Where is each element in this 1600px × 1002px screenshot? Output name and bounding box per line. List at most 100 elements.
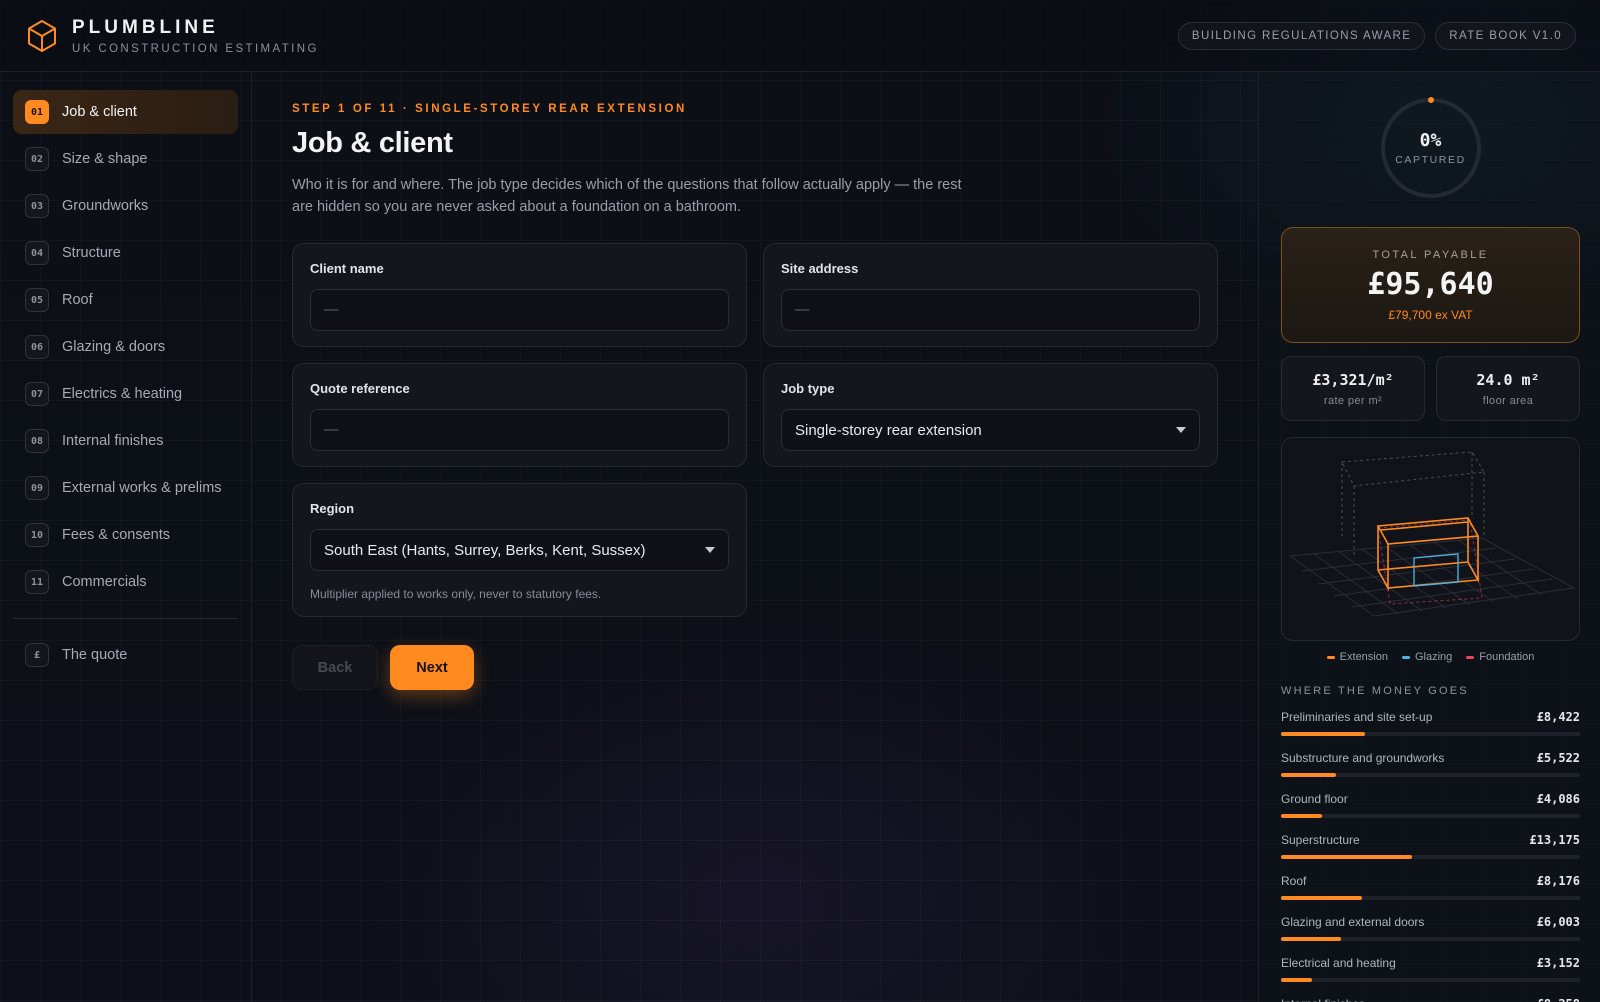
money-label: Ground floor	[1281, 792, 1348, 806]
legend-extension: Extension	[1326, 651, 1388, 663]
sidebar-item-commercials[interactable]: 11 Commercials	[13, 560, 238, 604]
sidebar-item-the-quote[interactable]: £ The quote	[13, 633, 238, 677]
site-address-label: Site address	[781, 261, 859, 276]
sidebar-item-label: Commercials	[62, 574, 147, 590]
stats-row: £3,321/m² rate per m² 24.0 m² floor area	[1281, 356, 1580, 421]
sidebar-item-glazing-doors[interactable]: 06 Glazing & doors	[13, 325, 238, 369]
progress-ring: 0% CAPTURED	[1379, 96, 1483, 200]
money-bar-track	[1281, 855, 1580, 859]
sidebar-item-external-works[interactable]: 09 External works & prelims	[13, 466, 238, 510]
sidebar-item-label: Electrics & heating	[62, 386, 183, 402]
sidebar-item-roof[interactable]: 05 Roof	[13, 278, 238, 322]
legend-label: Glazing	[1414, 651, 1453, 663]
money-bar-fill	[1281, 855, 1413, 859]
client-name-card: Client name —	[292, 243, 747, 347]
area-value: 24.0 m²	[1476, 370, 1540, 389]
isometric-model-graphic	[1288, 451, 1576, 617]
site-address-input[interactable]: —	[781, 289, 1200, 331]
region-select[interactable]: South East (Hants, Surrey, Berks, Kent, …	[310, 529, 729, 571]
money-value: £13,175	[1529, 833, 1580, 847]
region-hint: Multiplier applied to works only, never …	[310, 587, 602, 601]
job-type-card: Job type Single-storey rear extension	[763, 363, 1218, 467]
sidebar-item-job-client[interactable]: 01 Job & client	[13, 90, 238, 134]
money-row: Ground floor £4,086	[1281, 792, 1580, 818]
money-row: Electrical and heating £3,152	[1281, 956, 1580, 982]
money-row: Superstructure £13,175	[1281, 833, 1580, 859]
step-number: 03	[25, 194, 49, 218]
money-bar-fill	[1281, 732, 1365, 736]
step-number: 02	[25, 147, 49, 171]
sidebar-item-label: Internal finishes	[62, 433, 164, 449]
money-label: Roof	[1281, 874, 1307, 888]
sidebar-item-structure[interactable]: 04 Structure	[13, 231, 238, 275]
sidebar-item-label: Roof	[62, 292, 93, 308]
sidebar-item-label: Job & client	[62, 104, 137, 120]
sidebar-item-electrics-heating[interactable]: 07 Electrics & heating	[13, 372, 238, 416]
step-number: 08	[25, 429, 49, 453]
money-row: Substructure and groundworks £5,522	[1281, 751, 1580, 777]
job-client-form: Client name — Site address — Quote refer…	[292, 243, 1222, 617]
client-name-input[interactable]: —	[310, 289, 729, 331]
summary-panel: 0% CAPTURED TOTAL PAYABLE £95,640 £79,70…	[1258, 72, 1600, 1002]
job-type-value: Single-storey rear extension	[795, 421, 982, 439]
money-value: £8,176	[1536, 874, 1580, 888]
money-bar-track	[1281, 732, 1580, 736]
step-number: 07	[25, 382, 49, 406]
job-type-select[interactable]: Single-storey rear extension	[781, 409, 1200, 451]
quote-reference-card: Quote reference —	[292, 363, 747, 467]
quote-reference-input[interactable]: —	[310, 409, 729, 451]
brand: PLUMBLINE UK CONSTRUCTION ESTIMATING	[72, 17, 319, 55]
step-number: 06	[25, 335, 49, 359]
sidebar-item-fees-consents[interactable]: 10 Fees & consents	[13, 513, 238, 557]
money-value: £5,522	[1536, 751, 1580, 765]
top-bar: PLUMBLINE UK CONSTRUCTION ESTIMATING BUI…	[0, 0, 1600, 72]
progress-percent: 0%	[1419, 130, 1442, 151]
money-row: Preliminaries and site set-up £8,422	[1281, 710, 1580, 736]
legend-glazing: Glazing	[1401, 651, 1453, 663]
sidebar-item-groundworks[interactable]: 03 Groundworks	[13, 184, 238, 228]
floor-area-card: 24.0 m² floor area	[1436, 356, 1580, 421]
money-label: Internal finishes	[1281, 997, 1365, 1002]
rate-value: £3,321/m²	[1312, 370, 1394, 389]
step-number: 09	[25, 476, 49, 500]
money-label: Substructure and groundworks	[1281, 751, 1445, 765]
money-label: Preliminaries and site set-up	[1281, 710, 1433, 724]
sidebar-item-label: Groundworks	[62, 198, 149, 214]
money-breakdown-list: Preliminaries and site set-up £8,422 Subst…	[1281, 710, 1580, 1002]
money-row: Glazing and external doors £6,003	[1281, 915, 1580, 941]
main-content: STEP 1 OF 11 · SINGLE-STOREY REAR EXTENS…	[292, 72, 1222, 690]
money-value: £3,152	[1536, 956, 1580, 970]
money-bar-track	[1281, 896, 1580, 900]
money-bar-fill	[1281, 896, 1363, 900]
region-label: Region	[310, 501, 355, 516]
legend-swatch	[1326, 655, 1335, 659]
form-buttons: Back Next	[292, 645, 1222, 690]
header-pills: BUILDING REGULATIONS AWARE RATE BOOK V1.…	[1177, 21, 1576, 50]
money-value: £8,258	[1537, 997, 1580, 1002]
pound-icon: £	[25, 643, 49, 667]
region-value: South East (Hants, Surrey, Berks, Kent, …	[324, 541, 646, 559]
sidebar-item-label: Size & shape	[62, 151, 148, 167]
back-button[interactable]: Back	[292, 645, 378, 690]
next-button[interactable]: Next	[390, 645, 474, 690]
total-caption: TOTAL PAYABLE	[1372, 248, 1489, 261]
sidebar-item-internal-finishes[interactable]: 08 Internal finishes	[13, 419, 238, 463]
cube-logo-icon	[28, 19, 56, 52]
legend-foundation: Foundation	[1466, 651, 1534, 663]
legend-label: Foundation	[1479, 651, 1535, 663]
site-address-card: Site address —	[763, 243, 1218, 347]
sidebar-item-size-shape[interactable]: 02 Size & shape	[13, 137, 238, 181]
money-value: £4,086	[1536, 792, 1580, 806]
step-number: 05	[25, 288, 49, 312]
money-bar-track	[1281, 773, 1580, 777]
quote-reference-label: Quote reference	[310, 381, 410, 396]
money-row: Roof £8,176	[1281, 874, 1580, 900]
sidebar-item-label: External works & prelims	[62, 480, 222, 496]
step-number: 11	[25, 570, 49, 594]
money-label: Electrical and heating	[1281, 956, 1396, 970]
total-payable-card: TOTAL PAYABLE £95,640 £79,700 ex VAT	[1281, 227, 1580, 343]
sidebar-item-label: Fees & consents	[62, 527, 170, 543]
legend-swatch	[1466, 655, 1475, 659]
sidebar-item-label: Glazing & doors	[62, 339, 166, 355]
extension-3d-preview	[1281, 437, 1580, 641]
